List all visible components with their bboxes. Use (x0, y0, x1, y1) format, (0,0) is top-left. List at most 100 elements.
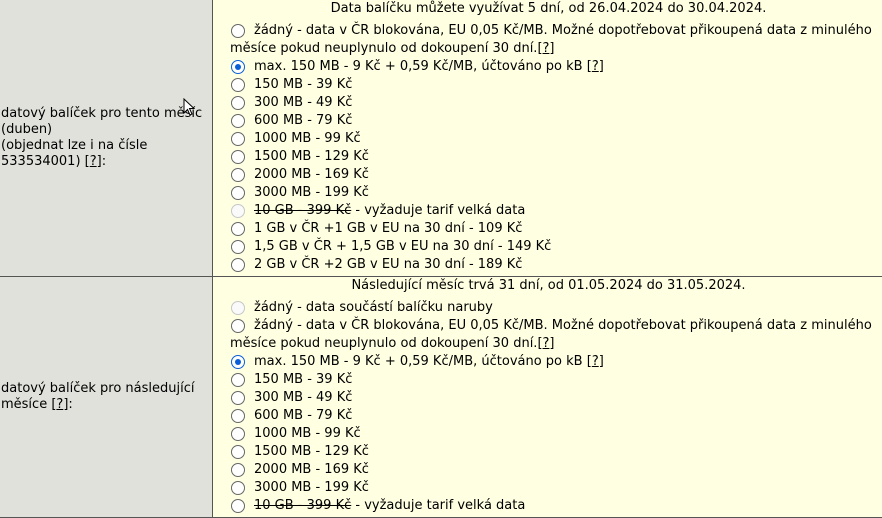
next-month-options: Následující měsíc trvá 31 dní, od 01.05.… (213, 277, 882, 518)
radio-button[interactable] (231, 150, 245, 164)
option-1gb-eu[interactable]: 1 GB v ČR +1 GB v EU na 30 dní - 109 Kč (213, 220, 882, 238)
radio-button[interactable] (231, 168, 245, 182)
option-label-strike: 10 GB - 399 Kč (254, 498, 351, 513)
current-month-options: Data balíčku můžete využívat 5 dní, od 2… (213, 0, 882, 277)
data-package-form: datový balíček pro tento měsíc (duben) (… (0, 0, 882, 518)
option-label: 300 MB - 49 Kč (254, 390, 352, 405)
option-none-blocked[interactable]: žádný - data v ČR blokována, EU 0,05 Kč/… (213, 22, 882, 58)
next-month-label: datový balíček pro následující měsíce [?… (0, 277, 213, 518)
radio-button[interactable] (231, 481, 245, 495)
option-2gb-eu[interactable]: 2 GB v ČR +2 GB v EU na 30 dní - 189 Kč (213, 256, 882, 274)
help-link[interactable]: ? (592, 59, 599, 74)
option-3000mb[interactable]: 3000 MB - 199 Kč (213, 479, 882, 497)
label-text: 533534001) [ (1, 154, 90, 169)
current-month-validity: Data balíčku můžete využívat 5 dní, od 2… (213, 0, 882, 18)
label-line: datový balíček pro tento měsíc (1, 106, 212, 122)
option-label: 600 MB - 79 Kč (254, 113, 352, 128)
radio-button[interactable] (231, 499, 245, 513)
option-label: žádný - data součástí balíčku naruby (254, 300, 493, 315)
option-label: - vyžaduje tarif velká data (351, 498, 525, 513)
option-label-cont: měsíce pokud neuplynulo od dokoupení 30 … (213, 335, 882, 353)
option-label: 1 GB v ČR +1 GB v EU na 30 dní - 109 Kč (254, 221, 522, 236)
option-max-150mb[interactable]: max. 150 MB - 9 Kč + 0,59 Kč/MB, účtován… (213, 58, 882, 76)
option-600mb[interactable]: 600 MB - 79 Kč (213, 112, 882, 130)
option-label-line2: měsíce pokud neuplynulo od dokoupení 30 … (230, 336, 537, 351)
radio-button[interactable] (231, 409, 245, 423)
label-line: datový balíček pro následující (1, 381, 212, 397)
option-150mb[interactable]: 150 MB - 39 Kč (213, 371, 882, 389)
option-max-150mb[interactable]: max. 150 MB - 9 Kč + 0,59 Kč/MB, účtován… (213, 353, 882, 371)
option-label: žádný - data v ČR blokována, EU 0,05 Kč/… (254, 23, 872, 38)
option-label: 3000 MB - 199 Kč (254, 480, 369, 495)
label-line: (duben) (1, 122, 212, 138)
option-10gb-disabled: 10 GB - 399 Kč - vyžaduje tarif velká da… (213, 202, 882, 220)
option-label: 150 MB - 39 Kč (254, 77, 352, 92)
help-link[interactable]: ? (543, 336, 550, 351)
option-1500mb[interactable]: 1500 MB - 129 Kč (213, 443, 882, 461)
option-label: max. 150 MB - 9 Kč + 0,59 Kč/MB, účtován… (254, 354, 583, 369)
option-3000mb[interactable]: 3000 MB - 199 Kč (213, 184, 882, 202)
option-label: žádný - data v ČR blokována, EU 0,05 Kč/… (254, 318, 872, 333)
radio-button[interactable] (231, 258, 245, 272)
option-label: - vyžaduje tarif velká data (351, 203, 525, 218)
option-none-blocked[interactable]: žádný - data v ČR blokována, EU 0,05 Kč/… (213, 317, 882, 353)
option-1500mb[interactable]: 1500 MB - 129 Kč (213, 148, 882, 166)
option-600mb[interactable]: 600 MB - 79 Kč (213, 407, 882, 425)
option-label: max. 150 MB - 9 Kč + 0,59 Kč/MB, účtován… (254, 59, 583, 74)
option-label: 150 MB - 39 Kč (254, 372, 352, 387)
label-text: ]: (97, 154, 106, 169)
option-2000mb[interactable]: 2000 MB - 169 Kč (213, 461, 882, 479)
option-label-cont: měsíce pokud neuplynulo od dokoupení 30 … (213, 40, 882, 58)
radio-button[interactable] (231, 114, 245, 128)
option-150mb[interactable]: 150 MB - 39 Kč (213, 76, 882, 94)
radio-button[interactable] (231, 445, 245, 459)
option-label: 1500 MB - 129 Kč (254, 149, 369, 164)
next-month-validity: Následující měsíc trvá 31 dní, od 01.05.… (213, 277, 882, 295)
option-label: 1500 MB - 129 Kč (254, 444, 369, 459)
radio-button-disabled (231, 204, 245, 218)
option-label: 2 GB v ČR +2 GB v EU na 30 dní - 189 Kč (254, 257, 522, 272)
option-1000mb[interactable]: 1000 MB - 99 Kč (213, 130, 882, 148)
radio-button[interactable] (231, 427, 245, 441)
radio-button[interactable] (231, 222, 245, 236)
radio-button[interactable] (231, 96, 245, 110)
help-link[interactable]: ? (90, 154, 97, 169)
radio-button[interactable] (231, 186, 245, 200)
option-1000mb[interactable]: 1000 MB - 99 Kč (213, 425, 882, 443)
option-none-included-disabled: žádný - data součástí balíčku naruby (213, 299, 882, 317)
radio-button-disabled (231, 301, 245, 315)
label-line: 533534001) [?]: (1, 154, 212, 170)
radio-button[interactable] (231, 24, 245, 38)
next-month-row: datový balíček pro následující měsíce [?… (0, 277, 882, 518)
help-link[interactable]: ? (592, 354, 599, 369)
option-2000mb[interactable]: 2000 MB - 169 Kč (213, 166, 882, 184)
label-text: ]: (63, 397, 72, 412)
option-label-strike: 10 GB - 399 Kč (254, 203, 351, 218)
label-text: měsíce [ (1, 397, 56, 412)
radio-button[interactable] (231, 240, 245, 254)
label-line: (objednat lze i na čísle (1, 138, 212, 154)
radio-button[interactable] (231, 132, 245, 146)
option-label: 1000 MB - 99 Kč (254, 131, 361, 146)
radio-button[interactable] (231, 463, 245, 477)
radio-button[interactable] (231, 373, 245, 387)
option-label: 2000 MB - 169 Kč (254, 167, 369, 182)
radio-button[interactable] (231, 319, 245, 333)
option-1-5gb-eu[interactable]: 1,5 GB v ČR + 1,5 GB v EU na 30 dní - 14… (213, 238, 882, 256)
radio-button-selected[interactable] (231, 355, 245, 369)
option-300mb[interactable]: 300 MB - 49 Kč (213, 389, 882, 407)
radio-button-selected[interactable] (231, 60, 245, 74)
current-month-row: datový balíček pro tento měsíc (duben) (… (0, 0, 882, 277)
option-label: 600 MB - 79 Kč (254, 408, 352, 423)
option-10gb-disabled: 10 GB - 399 Kč - vyžaduje tarif velká da… (213, 497, 882, 515)
option-label-line2: měsíce pokud neuplynulo od dokoupení 30 … (230, 41, 537, 56)
label-line: měsíce [?]: (1, 397, 212, 413)
option-300mb[interactable]: 300 MB - 49 Kč (213, 94, 882, 112)
current-month-label: datový balíček pro tento měsíc (duben) (… (0, 0, 213, 277)
help-link[interactable]: ? (543, 41, 550, 56)
radio-button[interactable] (231, 391, 245, 405)
option-label: 3000 MB - 199 Kč (254, 185, 369, 200)
radio-button[interactable] (231, 78, 245, 92)
option-label: 1000 MB - 99 Kč (254, 426, 361, 441)
option-label: 2000 MB - 169 Kč (254, 462, 369, 477)
